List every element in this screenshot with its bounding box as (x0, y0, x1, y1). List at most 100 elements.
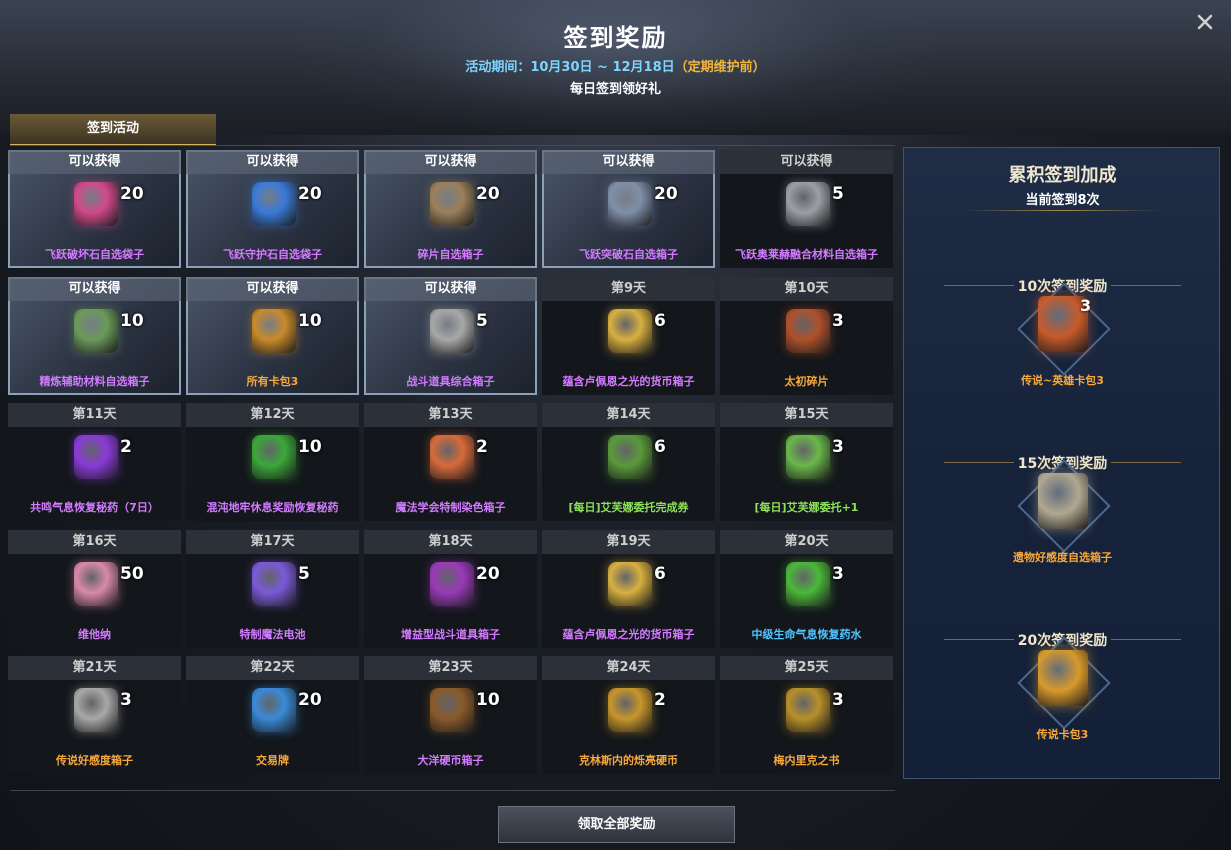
reward-name: 维他纳 (78, 628, 111, 641)
page-title: 签到奖励 (563, 24, 668, 52)
scroll-icon (608, 435, 652, 479)
card-pack-icon (252, 309, 296, 353)
reward-name: [每日]艾芙娜委托完成券 (568, 501, 689, 514)
reward-name: 交易牌 (256, 754, 289, 767)
reward-name: 混沌地牢休息奖励恢复秘药 (206, 501, 339, 514)
reward-name: 太初碎片 (784, 375, 829, 388)
reward-cell[interactable]: 可以获得 20 碎片自选箱子 (364, 150, 537, 268)
gift-box-icon (430, 435, 474, 479)
reward-cell-header: 第15天 (720, 403, 893, 427)
reward-name: 蕴含卢佩恩之光的货币箱子 (562, 628, 695, 641)
reward-cell[interactable]: 第12天 10 混沌地牢休息奖励恢复秘药 (186, 403, 359, 521)
tab-checkin-event[interactable]: 签到活动 (10, 114, 216, 146)
tab-divider (10, 145, 895, 146)
reward-quantity: 2 (476, 437, 488, 457)
reward-quantity: 20 (476, 564, 500, 584)
reward-quantity: 5 (832, 184, 844, 204)
reward-cell-header: 第24天 (542, 656, 715, 680)
reward-cell-header: 第11天 (8, 403, 181, 427)
pink-pouch-icon (74, 182, 118, 226)
reward-cell-header: 第22天 (186, 656, 359, 680)
reward-cell[interactable]: 第22天 20 交易牌 (186, 656, 359, 774)
reward-quantity: 5 (476, 311, 488, 331)
blue-pouch-icon (252, 182, 296, 226)
reward-cell[interactable]: 第21天 3 传说好感度箱子 (8, 656, 181, 774)
reward-name: 中级生命气息恢复药水 (751, 628, 862, 641)
claim-all-button[interactable]: 领取全部奖励 (498, 806, 735, 843)
purple-chest-icon (430, 562, 474, 606)
reward-cell[interactable]: 第23天 10 大洋硬币箱子 (364, 656, 537, 774)
reward-name: 增益型战斗道具箱子 (401, 628, 500, 641)
reward-cell[interactable]: 可以获得 10 精炼辅助材料自选箱子 (8, 277, 181, 395)
reward-cell-header: 第14天 (542, 403, 715, 427)
cumulative-bonus-panel: 累积签到加成 当前签到8次 10次签到奖励3传说~英雄卡包315次签到奖励遗物好… (903, 147, 1220, 779)
event-period: 活动期间：10月30日 ~ 12月18日（定期维护前） (0, 56, 1231, 75)
gold-chest-icon (608, 309, 652, 353)
reward-cell[interactable]: 第24天 2 克林斯内的烁亮硬币 (542, 656, 715, 774)
reward-cell[interactable]: 可以获得 5 飞跃奥莱赫融合材料自选箱子 (720, 150, 893, 268)
reward-name: 飞跃突破石自选箱子 (579, 248, 678, 261)
green-chest-icon (74, 309, 118, 353)
reward-cell-header: 第16天 (8, 530, 181, 554)
reward-quantity: 20 (120, 184, 144, 204)
reward-name: 共鸣气息恢复秘药（7日） (30, 501, 159, 514)
reward-quantity: 20 (298, 690, 322, 710)
reward-quantity: 3 (832, 564, 844, 584)
reward-cell[interactable]: 可以获得 20 飞跃破坏石自选袋子 (8, 150, 181, 268)
reward-quantity: 10 (476, 690, 500, 710)
reward-quantity: 10 (120, 311, 144, 331)
reward-cell-header: 第23天 (364, 656, 537, 680)
close-icon[interactable] (1193, 12, 1217, 36)
reward-name: 飞跃守护石自选袋子 (223, 248, 322, 261)
reward-name: 飞跃破坏石自选袋子 (45, 248, 144, 261)
reward-cell[interactable]: 第18天 20 增益型战斗道具箱子 (364, 530, 537, 648)
book-icon (1038, 650, 1088, 706)
milestone-reward[interactable]: 10次签到奖励3传说~英雄卡包3 (904, 276, 1221, 406)
reward-cell-header: 可以获得 (542, 150, 715, 174)
reward-name: 所有卡包3 (246, 375, 299, 388)
reward-cell-header: 可以获得 (186, 277, 359, 301)
reward-name: [每日]艾芙娜委托+1 (754, 501, 859, 514)
reward-cell[interactable]: 可以获得 20 飞跃突破石自选箱子 (542, 150, 715, 268)
reward-cell[interactable]: 第11天 2 共鸣气息恢复秘药（7日） (8, 403, 181, 521)
reward-cell[interactable]: 第17天 5 特制魔法电池 (186, 530, 359, 648)
panel-divider (964, 210, 1161, 211)
battery-icon (252, 562, 296, 606)
milestone-reward-name: 遗物好感度自选箱子 (1013, 551, 1112, 564)
reward-cell-header: 第18天 (364, 530, 537, 554)
reward-cell[interactable]: 第15天 3 [每日]艾芙娜委托+1 (720, 403, 893, 521)
chest-icon (430, 182, 474, 226)
reward-cell[interactable]: 第14天 6 [每日]艾芙娜委托完成券 (542, 403, 715, 521)
reward-cell[interactable]: 第19天 6 蕴含卢佩恩之光的货币箱子 (542, 530, 715, 648)
reward-cell-header: 第20天 (720, 530, 893, 554)
reward-quantity: 20 (298, 184, 322, 204)
reward-name: 战斗道具综合箱子 (406, 375, 495, 388)
period-value: 10月30日 ~ 12月18日 (530, 60, 675, 75)
milestone-reward[interactable]: 15次签到奖励遗物好感度自选箱子 (904, 453, 1221, 583)
reward-cell[interactable]: 第16天 50 维他纳 (8, 530, 181, 648)
reward-name: 魔法学会特制染色箱子 (395, 501, 506, 514)
milestone-reward[interactable]: 20次签到奖励传说卡包3 (904, 630, 1221, 760)
milestone-reward-name: 传说卡包3 (1036, 728, 1089, 741)
reward-name: 碎片自选箱子 (417, 248, 484, 261)
reward-cell[interactable]: 第10天 3 太初碎片 (720, 277, 893, 395)
reward-cell[interactable]: 可以获得 5 战斗道具综合箱子 (364, 277, 537, 395)
bottom-divider (10, 790, 895, 791)
milestone-quantity: 3 (1080, 296, 1092, 315)
reward-cell[interactable]: 第9天 6 蕴含卢佩恩之光的货币箱子 (542, 277, 715, 395)
reward-name: 大洋硬币箱子 (417, 754, 484, 767)
reward-cell-header: 可以获得 (364, 277, 537, 301)
reward-cell-header: 第25天 (720, 656, 893, 680)
chest-icon (74, 688, 118, 732)
reward-quantity: 50 (120, 564, 144, 584)
reward-cell-header: 可以获得 (364, 150, 537, 174)
reward-cell[interactable]: 第20天 3 中级生命气息恢复药水 (720, 530, 893, 648)
reward-cell[interactable]: 第25天 3 梅内里克之书 (720, 656, 893, 774)
reward-quantity: 10 (298, 437, 322, 457)
reward-cell[interactable]: 可以获得 10 所有卡包3 (186, 277, 359, 395)
reward-cell[interactable]: 第13天 2 魔法学会特制染色箱子 (364, 403, 537, 521)
milestone-reward-name: 传说~英雄卡包3 (1021, 374, 1104, 387)
reward-cell-header: 可以获得 (8, 150, 181, 174)
reward-cell[interactable]: 可以获得 20 飞跃守护石自选袋子 (186, 150, 359, 268)
blue-disc-icon (252, 688, 296, 732)
